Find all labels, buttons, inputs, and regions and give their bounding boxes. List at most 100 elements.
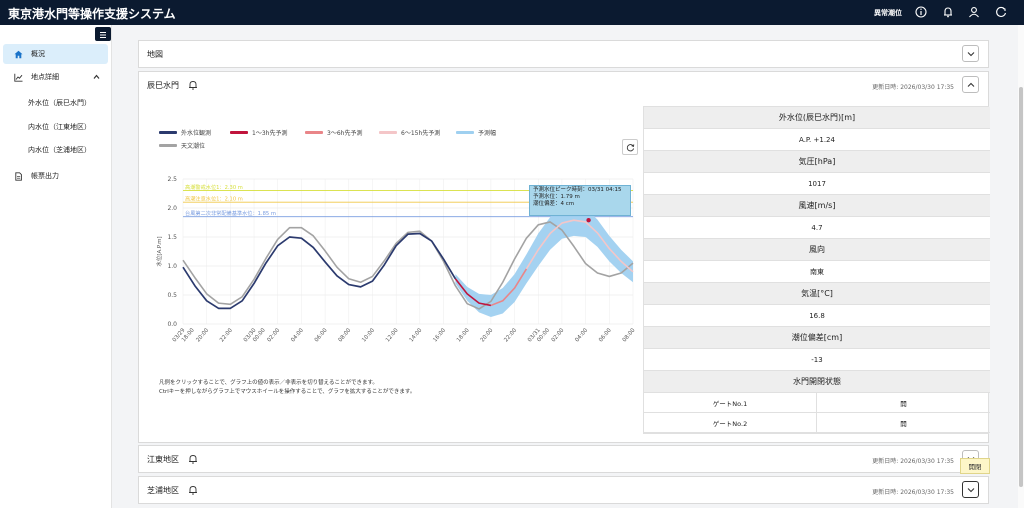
main-content: 地図 辰巳水門 更新日時: 2026/03/30 17:35 外水位観測 1〜3… [112, 25, 1018, 508]
x-tick-label: 06:00 [314, 327, 329, 343]
home-icon [11, 50, 25, 59]
scrollbar[interactable] [1018, 25, 1024, 508]
info-value-tide-deviation: -13 [644, 349, 990, 371]
sidebar-item-label: 外水位（辰巳水門） [28, 99, 91, 107]
panel-title: 辰巳水門 [147, 81, 179, 90]
chevron-down-icon [967, 51, 974, 56]
info-header-wind-direction: 風向 [644, 239, 990, 261]
sidebar-item-tatsumi[interactable]: 外水位（辰巳水門） [3, 93, 108, 113]
logout-icon[interactable] [994, 5, 1008, 19]
tatsumi-panel: 辰巳水門 更新日時: 2026/03/30 17:35 外水位観測 1〜3h先予… [138, 71, 990, 443]
chevron-up-icon [93, 74, 100, 79]
sidebar-item-overview[interactable]: 概況 [3, 44, 108, 64]
toggle-tooltip: 開閉 [960, 458, 990, 474]
updated-timestamp: 更新日時: 2026/03/30 17:35 [872, 84, 954, 91]
shibaura-panel: 芝浦地区 更新日時: 2026/03/30 17:35 [138, 476, 989, 504]
gate-2-name: ゲートNo.2 [644, 413, 817, 433]
info-value-temperature: 16.8 [644, 305, 990, 327]
panel-title: 江東地区 [147, 455, 179, 464]
x-tick-label: 06:00 [598, 327, 613, 343]
bell-icon[interactable] [941, 5, 955, 19]
x-tick-label: 03/3000:00 [243, 322, 267, 346]
info-header-gate-status: 水門開閉状態 [644, 371, 990, 393]
bell-icon[interactable] [187, 484, 199, 496]
x-tick-label: 02:00 [266, 327, 281, 343]
chart-card: 外水位観測 1〜3h先予測 3〜6h先予測 6〜15h先予測 予測幅 天文潮位 … [149, 106, 638, 434]
peak-level: 予測水位：1.79 m [533, 194, 580, 200]
document-icon [11, 171, 25, 181]
y-tick-label: 2.0 [167, 205, 177, 212]
collapse-button[interactable] [962, 76, 979, 93]
chart-line-icon [11, 73, 25, 82]
peak-marker [586, 217, 591, 223]
x-tick-label: 08:00 [338, 327, 353, 343]
info-icon[interactable] [914, 5, 928, 19]
x-tick-label: 10:00 [361, 327, 376, 343]
user-icon[interactable] [967, 5, 981, 19]
gate-1-name: ゲートNo.1 [644, 393, 817, 413]
x-tick-label: 20:00 [195, 327, 210, 343]
x-tick-label: 02:00 [551, 327, 566, 343]
y-tick-label: 1.5 [167, 234, 177, 241]
sidebar-item-label: 内水位（江東地区） [28, 123, 91, 131]
y-tick-label: 1.0 [167, 263, 177, 270]
sidebar: 概況 地点詳細 外水位（辰巳水門） 内水位（江東地区） 内水位（芝浦地区） 帳票… [0, 25, 112, 508]
info-header-outer-level: 外水位(辰巳水門)[m] [644, 107, 990, 129]
map-panel-header[interactable]: 地図 [139, 41, 988, 68]
abnormal-tide-link[interactable]: 異常潮位 [874, 8, 902, 18]
observed-level-line [182, 232, 457, 310]
expand-button[interactable] [962, 45, 979, 62]
x-tick-label: 08:00 [622, 327, 637, 343]
x-tick-label: 16:00 [432, 327, 447, 343]
koto-panel: 江東地区 更新日時: 2026/03/30 17:35 [138, 445, 989, 473]
sidebar-item-koto[interactable]: 内水位（江東地区） [3, 117, 108, 137]
map-panel: 地図 [138, 40, 989, 68]
info-header-temperature: 気温[°C] [644, 283, 990, 305]
shibaura-panel-header[interactable]: 芝浦地区 更新日時: 2026/03/30 17:35 [139, 477, 988, 504]
chevron-up-icon [967, 82, 974, 87]
peak-time: 予測水位ピーク時刻：03/31 04:15 [533, 187, 622, 193]
x-tick-label: 22:00 [219, 327, 234, 343]
x-tick-label: 03/3100:00 [527, 322, 551, 346]
bell-icon[interactable] [187, 79, 199, 91]
peak-deviation: 潮位偏差：4 cm [533, 201, 575, 207]
scrollbar-thumb[interactable] [1019, 87, 1023, 487]
x-tick-label: 04:00 [290, 327, 305, 343]
chart-note-2: Ctrlキーを押しながらグラフ上でマウスホイールを操作することで、グラフを拡大す… [159, 389, 416, 395]
sidebar-item-point-detail[interactable]: 地点詳細 [3, 67, 108, 87]
menu-toggle-button[interactable] [95, 27, 111, 41]
info-value-wind-direction: 南東 [644, 261, 990, 283]
y-tick-label: 0.5 [167, 292, 177, 299]
bell-icon[interactable] [187, 453, 199, 465]
sidebar-item-label: 地点詳細 [31, 73, 59, 81]
x-tick-label: 22:00 [503, 327, 518, 343]
info-table: 外水位(辰巳水門)[m] A.P. +1.24 気圧[hPa] 1017 風速[… [643, 106, 990, 434]
panel-title: 地図 [147, 50, 163, 59]
x-tick-label: 14:00 [409, 327, 424, 343]
threshold-label: 台風第二次非常配備基準水位：1.85 m [185, 209, 276, 217]
koto-panel-header[interactable]: 江東地区 更新日時: 2026/03/30 17:35 [139, 446, 988, 473]
y-tick-label: 0.0 [167, 321, 177, 328]
updated-timestamp: 更新日時: 2026/03/30 17:35 [872, 458, 954, 465]
info-header-pressure: 気圧[hPa] [644, 151, 990, 173]
sidebar-item-label: 帳票出力 [31, 172, 59, 180]
expand-button[interactable] [962, 481, 979, 498]
x-tick-label: 12:00 [385, 327, 400, 343]
water-level-chart[interactable]: 0.00.51.01.52.02.503/2918:00 20:00 22:00 03… [149, 106, 637, 346]
menu-icon [100, 32, 106, 38]
gate-2-state: 開 [817, 413, 990, 433]
updated-timestamp: 更新日時: 2026/03/30 17:35 [872, 489, 954, 496]
app-title: 東京港水門等操作支援システム [8, 7, 176, 21]
tatsumi-panel-header[interactable]: 辰巳水門 更新日時: 2026/03/30 17:35 [139, 72, 988, 99]
y-tick-label: 2.5 [167, 176, 177, 183]
peak-info-box: 予測水位ピーク時刻：03/31 04:15 予測水位：1.79 m 潮位偏差：4… [529, 185, 631, 216]
info-value-wind-speed: 4.7 [644, 217, 990, 239]
prediction-band [455, 205, 633, 318]
gate-1-state: 開 [817, 393, 990, 413]
sidebar-item-report[interactable]: 帳票出力 [3, 166, 108, 186]
info-value-pressure: 1017 [644, 173, 990, 195]
sidebar-item-shibaura[interactable]: 内水位（芝浦地区） [3, 140, 108, 160]
sidebar-item-label: 内水位（芝浦地区） [28, 146, 91, 154]
chart-note-1: 凡例をクリックすることで、グラフ上の値の表示／非表示を切り替えることができます。 [159, 380, 378, 386]
info-header-tide-deviation: 潮位偏差[cm] [644, 327, 990, 349]
